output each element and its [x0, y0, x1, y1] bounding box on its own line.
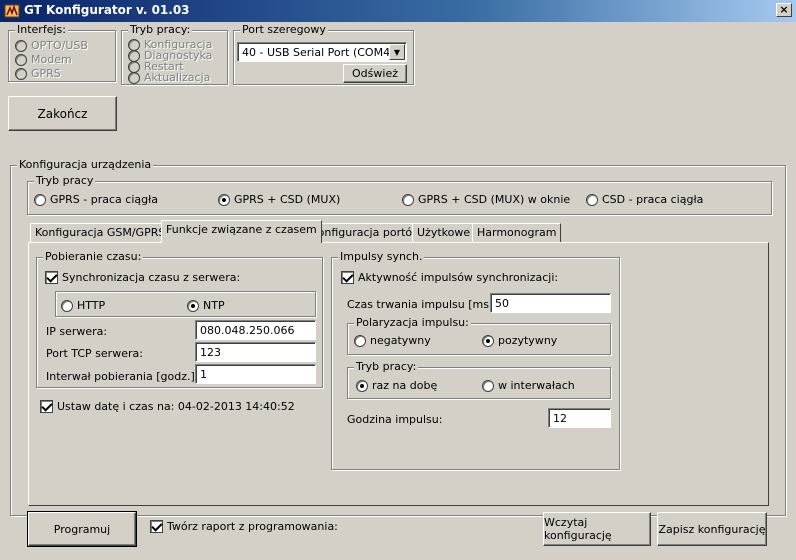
checkbox-icon — [341, 271, 354, 284]
tab-ports[interactable]: Konfiguracja portów — [306, 223, 427, 242]
pulse-duration-label: Czas trwania impulsu [ms]: — [347, 298, 497, 311]
interface-gprs[interactable]: GPRS — [15, 67, 61, 80]
interface-opto-usb[interactable]: OPTO/USB — [15, 39, 88, 52]
checkbox-icon — [40, 400, 53, 413]
radio-icon — [15, 53, 27, 66]
save-config-button[interactable]: Zapisz konfigurację — [657, 512, 767, 546]
refresh-button[interactable]: Odśwież — [343, 64, 407, 83]
pulse-duration-input[interactable] — [490, 293, 611, 313]
pulse-mode-daily[interactable]: raz na dobę — [356, 379, 437, 392]
port-label: Port TCP serwera: — [46, 347, 143, 360]
polarity-negative[interactable]: negatywny — [354, 334, 431, 347]
chevron-down-icon[interactable]: ▼ — [389, 44, 405, 60]
radio-icon — [187, 299, 199, 312]
mode-group: Tryb pracy: Konfiguracja Diagnostyka Res… — [121, 23, 228, 85]
radio-icon — [34, 193, 46, 206]
device-config-legend: Konfiguracja urządzenia — [17, 158, 154, 171]
radio-icon — [15, 67, 27, 80]
work-mode-gprs-csd-mux-window[interactable]: GPRS + CSD (MUX) w oknie — [402, 193, 570, 206]
interface-group: Interfejs: OPTO/USB Modem GPRS — [8, 23, 116, 82]
title-bar: GT Konfigurator v. 01.03 × — [0, 0, 796, 22]
serial-port-select[interactable]: 40 - USB Serial Port (COM40) ▼ — [237, 42, 407, 62]
serial-port-legend: Port szeregowy — [240, 23, 328, 36]
mode-aktualizacja[interactable]: Aktualizacja — [128, 71, 210, 84]
tab-gsm-gprs[interactable]: Konfiguracja GSM/GPRS — [30, 223, 171, 242]
program-button[interactable]: Programuj — [27, 511, 137, 547]
polarity-legend: Polaryzacja impulsu: — [354, 316, 471, 329]
sync-pulses-legend: Impulsy synch. — [338, 250, 425, 263]
pulse-active-checkbox[interactable]: Aktywność impulsów synchronizacji: — [341, 271, 558, 284]
pulse-mode-interval[interactable]: w interwałach — [482, 379, 575, 392]
checkbox-icon — [150, 520, 163, 533]
checkbox-icon — [45, 271, 58, 284]
time-fetch-legend: Pobieranie czasu: — [43, 250, 144, 263]
radio-icon — [586, 193, 598, 206]
serial-port-value: 40 - USB Serial Port (COM40) — [242, 46, 402, 59]
interface-legend: Interfejs: — [15, 23, 68, 36]
radio-icon — [218, 193, 230, 206]
exit-button[interactable]: Zakończ — [8, 96, 117, 131]
work-mode-gprs-csd-mux[interactable]: GPRS + CSD (MUX) — [218, 193, 340, 206]
tab-schedule[interactable]: Harmonogram — [472, 223, 562, 242]
mode-legend: Tryb pracy: — [128, 23, 193, 36]
ip-label: IP serwera: — [46, 325, 108, 338]
time-sync-checkbox[interactable]: Synchronizacja czasu z serwera: — [45, 271, 240, 284]
tab-time-functions[interactable]: Funkcje związane z czasem — [161, 220, 322, 243]
report-checkbox[interactable]: Twórz raport z programowania: — [150, 520, 338, 533]
radio-icon — [15, 39, 27, 52]
pulse-hour-label: Godzina impulsu: — [347, 413, 443, 426]
protocol-ntp[interactable]: NTP — [187, 299, 225, 312]
pulse-hour-input[interactable] — [548, 408, 611, 428]
work-mode-legend: Tryb pracy — [34, 174, 96, 187]
close-icon: × — [779, 3, 789, 16]
interval-label: Interwał pobierania [godz.] — [46, 370, 195, 383]
tab-user[interactable]: Użytkowe — [412, 223, 476, 242]
radio-icon — [354, 334, 366, 347]
radio-icon — [356, 379, 368, 392]
pulse-mode-legend: Tryb pracy: — [354, 360, 419, 373]
window-title: GT Konfigurator v. 01.03 — [24, 3, 190, 17]
set-datetime-checkbox[interactable]: Ustaw datę i czas na: 04-02-2013 14:40:5… — [40, 400, 295, 413]
protocol-http[interactable]: HTTP — [61, 299, 105, 312]
interval-input[interactable] — [195, 364, 316, 384]
port-input[interactable] — [195, 342, 316, 362]
radio-icon — [128, 71, 140, 84]
radio-icon — [402, 193, 414, 206]
interface-modem[interactable]: Modem — [15, 53, 72, 66]
radio-icon — [61, 299, 73, 312]
work-mode-gprs[interactable]: GPRS - praca ciągła — [34, 193, 158, 206]
app-icon — [4, 4, 20, 18]
load-config-button[interactable]: Wczytaj konfigurację — [543, 512, 651, 546]
close-button[interactable]: × — [776, 3, 792, 17]
radio-icon — [482, 334, 494, 347]
polarity-positive[interactable]: pozytywny — [482, 334, 557, 347]
radio-icon — [482, 379, 494, 392]
work-mode-csd[interactable]: CSD - praca ciągła — [586, 193, 703, 206]
ip-input[interactable] — [195, 320, 316, 340]
